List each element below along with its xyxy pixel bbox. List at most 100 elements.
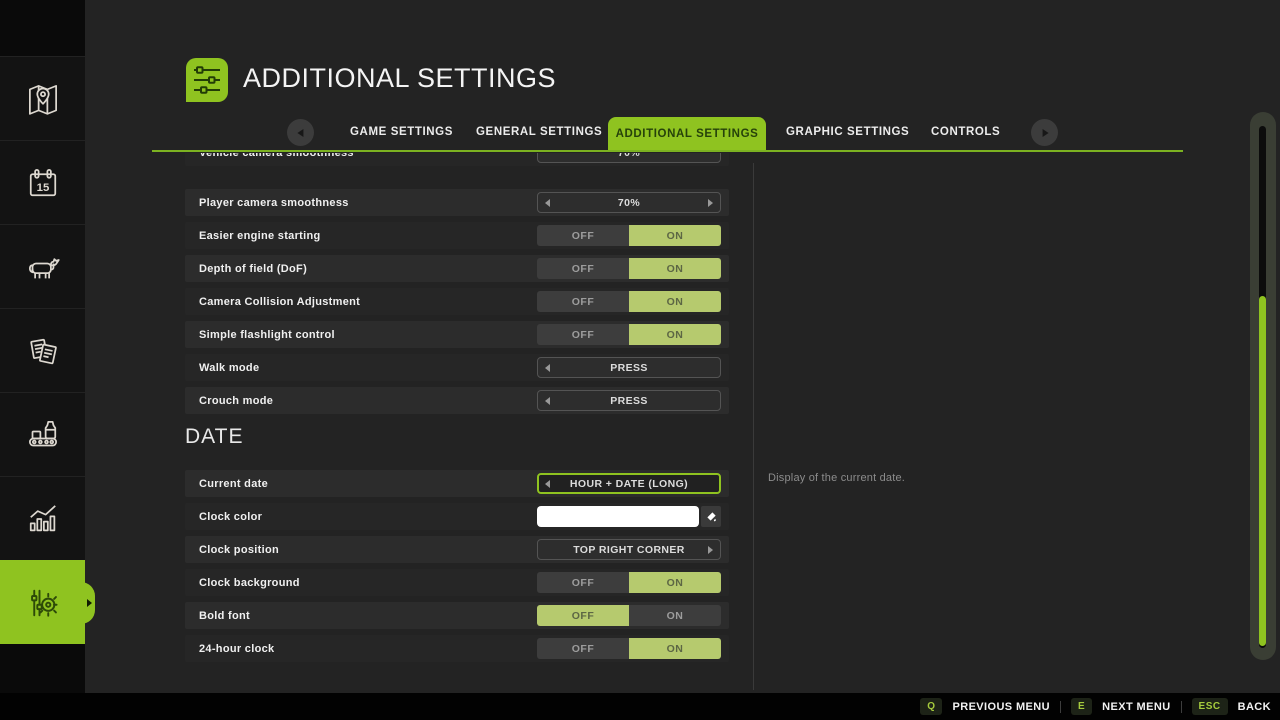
- toggle-on-button[interactable]: ON: [629, 291, 721, 312]
- value-selector[interactable]: 70%: [537, 153, 721, 163]
- selector-left-arrow-icon[interactable]: [545, 397, 550, 405]
- selector-left-arrow-icon[interactable]: [545, 480, 550, 488]
- tab-additional-settings[interactable]: ADDITIONAL SETTINGS: [608, 117, 766, 150]
- tab-graphic-settings[interactable]: GRAPHIC SETTINGS: [786, 126, 909, 138]
- sidebar: 15: [0, 0, 85, 693]
- setting-row: Crouch mode PRESS: [185, 387, 729, 414]
- toggle-control[interactable]: OFF ON: [537, 572, 721, 593]
- toggle-off-button[interactable]: OFF: [537, 605, 629, 626]
- setting-label: Walk mode: [199, 362, 259, 374]
- selector-left-arrow-icon[interactable]: [545, 199, 550, 207]
- section-heading-date: DATE: [185, 425, 243, 449]
- cow-icon: [22, 246, 64, 288]
- setting-row: Clock position TOP RIGHT CORNER: [185, 536, 729, 563]
- setting-row: Bold font OFF ON: [185, 602, 729, 629]
- toggle-on-button[interactable]: ON: [629, 572, 721, 593]
- production-icon: [22, 414, 64, 456]
- svg-text:15: 15: [36, 181, 49, 193]
- settings-list: Vehicle camera smoothness 70% Player cam…: [185, 153, 729, 414]
- toggle-control[interactable]: OFF ON: [537, 324, 721, 345]
- help-text: Display of the current date.: [768, 472, 905, 484]
- toggle-control[interactable]: OFF ON: [537, 291, 721, 312]
- back-label[interactable]: BACK: [1238, 701, 1271, 713]
- footer-separator: [1060, 701, 1061, 713]
- sidebar-item-statistics[interactable]: [0, 476, 85, 560]
- date-settings-list: Current date HOUR + DATE (LONG) Clock co…: [185, 470, 729, 662]
- map-icon: [22, 78, 64, 120]
- setting-label: Easier engine starting: [199, 230, 321, 242]
- sidebar-active-bump: [75, 582, 95, 624]
- setting-label: Clock background: [199, 577, 300, 589]
- setting-row: 24-hour clock OFF ON: [185, 635, 729, 662]
- toggle-off-button[interactable]: OFF: [537, 572, 629, 593]
- sidebar-item-settings[interactable]: [0, 560, 85, 644]
- chevron-right-icon: [1042, 129, 1048, 137]
- setting-label: Depth of field (DoF): [199, 263, 307, 275]
- scrollbar[interactable]: [1250, 112, 1276, 660]
- toggle-off-button[interactable]: OFF: [537, 258, 629, 279]
- value-selector[interactable]: PRESS: [537, 357, 721, 378]
- color-picker-button[interactable]: [701, 506, 721, 527]
- calendar-icon: 15: [22, 162, 64, 204]
- toggle-off-button[interactable]: OFF: [537, 638, 629, 659]
- sidebar-item-production[interactable]: [0, 392, 85, 476]
- clipped-row: Vehicle camera smoothness 70%: [185, 153, 729, 170]
- setting-label: Current date: [199, 478, 268, 490]
- toggle-on-button[interactable]: ON: [629, 324, 721, 345]
- tab-controls[interactable]: CONTROLS: [931, 126, 1000, 138]
- setting-label: Clock position: [199, 544, 279, 556]
- sidebar-item-calendar[interactable]: 15: [0, 140, 85, 224]
- tab-general-settings[interactable]: GENERAL SETTINGS: [476, 126, 602, 138]
- sidebar-item-map[interactable]: [0, 56, 85, 140]
- key-badge-esc: ESC: [1192, 698, 1228, 715]
- setting-label: 24-hour clock: [199, 643, 274, 655]
- previous-menu-label[interactable]: PREVIOUS MENU: [952, 701, 1050, 713]
- tabs-next-button[interactable]: [1031, 119, 1058, 146]
- color-swatch-control[interactable]: [537, 506, 721, 527]
- tab-underline: [152, 150, 1183, 152]
- setting-row: Clock color: [185, 503, 729, 530]
- toggle-on-button[interactable]: ON: [629, 638, 721, 659]
- toggle-control[interactable]: OFF ON: [537, 605, 721, 626]
- sidebar-item-contracts[interactable]: [0, 308, 85, 392]
- selector-right-arrow-icon[interactable]: [708, 546, 713, 554]
- setting-label: Crouch mode: [199, 395, 273, 407]
- toggle-control[interactable]: OFF ON: [537, 225, 721, 246]
- setting-row: Clock background OFF ON: [185, 569, 729, 596]
- setting-label: Player camera smoothness: [199, 197, 349, 209]
- value-selector[interactable]: TOP RIGHT CORNER: [537, 539, 721, 560]
- value-selector-focused[interactable]: HOUR + DATE (LONG): [537, 473, 721, 494]
- color-swatch[interactable]: [537, 506, 699, 527]
- paint-icon: [706, 511, 717, 522]
- setting-label: Clock color: [199, 511, 262, 523]
- key-badge-e: E: [1071, 698, 1092, 715]
- page-title: ADDITIONAL SETTINGS: [243, 63, 556, 94]
- next-menu-label[interactable]: NEXT MENU: [1102, 701, 1170, 713]
- toggle-on-button[interactable]: ON: [629, 605, 721, 626]
- page-title-icon: [185, 57, 229, 108]
- settings-icon: [22, 582, 64, 624]
- value-selector[interactable]: 70%: [537, 192, 721, 213]
- toggle-control[interactable]: OFF ON: [537, 258, 721, 279]
- documents-icon: [22, 330, 64, 372]
- selector-right-arrow-icon[interactable]: [708, 199, 713, 207]
- toggle-off-button[interactable]: OFF: [537, 324, 629, 345]
- setting-row: Vehicle camera smoothness 70%: [185, 153, 729, 166]
- tab-game-settings[interactable]: GAME SETTINGS: [350, 126, 453, 138]
- selector-left-arrow-icon[interactable]: [545, 364, 550, 372]
- toggle-off-button[interactable]: OFF: [537, 291, 629, 312]
- toggle-control[interactable]: OFF ON: [537, 638, 721, 659]
- sidebar-item-animals[interactable]: [0, 224, 85, 308]
- key-badge-q: Q: [920, 698, 942, 715]
- toggle-off-button[interactable]: OFF: [537, 225, 629, 246]
- setting-row: Easier engine starting OFF ON: [185, 222, 729, 249]
- toggle-on-button[interactable]: ON: [629, 258, 721, 279]
- setting-row: Camera Collision Adjustment OFF ON: [185, 288, 729, 315]
- setting-row: Player camera smoothness 70%: [185, 189, 729, 216]
- toggle-on-button[interactable]: ON: [629, 225, 721, 246]
- chevron-left-icon: [297, 129, 303, 137]
- tabs-previous-button[interactable]: [287, 119, 314, 146]
- value-selector[interactable]: PRESS: [537, 390, 721, 411]
- setting-row: Current date HOUR + DATE (LONG): [185, 470, 729, 497]
- scrollbar-thumb[interactable]: [1259, 296, 1266, 646]
